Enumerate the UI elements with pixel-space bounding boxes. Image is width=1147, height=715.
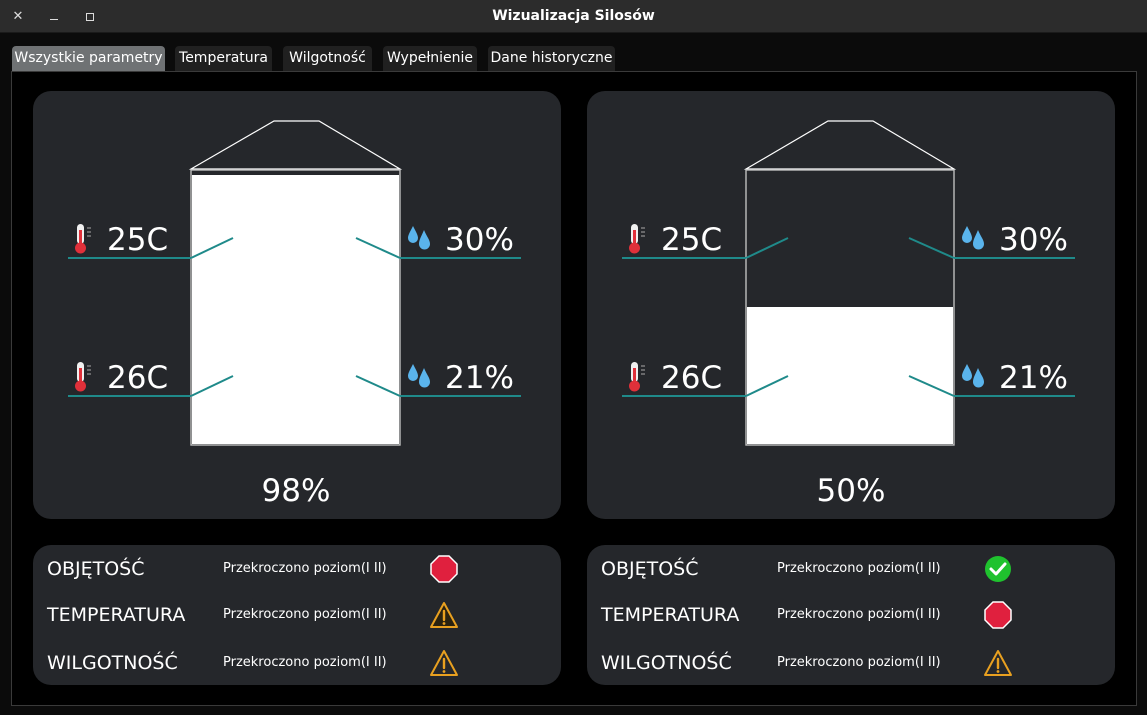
status-name: TEMPERATURA [47, 604, 186, 626]
stop-icon [430, 555, 458, 583]
tab-fill[interactable]: Wypełnienie [383, 46, 477, 71]
status-name: WILGOTNOŚĆ [601, 652, 732, 674]
status-panel-1: OBJĘTOŚĆ Przekroczono poziom(I II) TEMPE… [33, 545, 561, 685]
status-name: OBJĘTOŚĆ [601, 558, 699, 580]
water-drops-icon [408, 364, 430, 388]
tab-history[interactable]: Dane historyczne [488, 46, 615, 71]
status-name: TEMPERATURA [601, 604, 740, 626]
thermometer-icon [629, 224, 645, 254]
tab-all-parameters[interactable]: Wszystkie parametry [12, 46, 165, 71]
humidity-top-value: 30% [445, 222, 514, 258]
water-drops-icon [962, 226, 984, 250]
check-icon [985, 556, 1011, 582]
status-text: Przekroczono poziom(I II) [777, 561, 941, 576]
thermometer-icon [75, 224, 91, 254]
silo-fill [747, 307, 953, 444]
status-row-volume: OBJĘTOŚĆ Przekroczono poziom(I II) [33, 554, 561, 584]
status-name: WILGOTNOŚĆ [47, 652, 178, 674]
silo-drawing-2 [622, 120, 1075, 446]
tab-humidity[interactable]: Wilgotność [283, 46, 372, 71]
temperature-top-value: 25C [661, 222, 723, 258]
status-row-temperature: TEMPERATURA Przekroczono poziom(I II) [33, 600, 561, 630]
humidity-top-value: 30% [999, 222, 1068, 258]
silo-fill [192, 175, 399, 444]
stop-icon [984, 601, 1012, 629]
silo-drawing-1 [68, 120, 521, 446]
status-row-humidity: WILGOTNOŚĆ Przekroczono poziom(I II) [33, 648, 561, 678]
silo-panel-1: 25C 26C 30% 21% 98% [33, 91, 561, 519]
fill-percentage: 50% [816, 473, 886, 509]
status-text: Przekroczono poziom(I II) [223, 561, 387, 576]
temperature-top-value: 25C [107, 222, 169, 258]
water-drops-icon [962, 364, 984, 388]
silo-panel-2: 25C 26C 30% 21% 50% [587, 91, 1115, 519]
status-name: OBJĘTOŚĆ [47, 558, 145, 580]
status-text: Przekroczono poziom(I II) [777, 607, 941, 622]
status-row-humidity: WILGOTNOŚĆ Przekroczono poziom(I II) [587, 648, 1115, 678]
thermometer-icon [629, 362, 645, 392]
water-drops-icon [408, 226, 430, 250]
warning-icon [430, 602, 458, 628]
status-row-volume: OBJĘTOŚĆ Przekroczono poziom(I II) [587, 554, 1115, 584]
silo-roof [188, 120, 403, 170]
status-panel-2: OBJĘTOŚĆ Przekroczono poziom(I II) TEMPE… [587, 545, 1115, 685]
thermometer-icon [75, 362, 91, 392]
warning-icon [430, 650, 458, 676]
warning-icon [984, 650, 1012, 676]
humidity-bottom-value: 21% [999, 360, 1068, 396]
window-title: Wizualizacja Silosów [492, 8, 655, 24]
status-text: Przekroczono poziom(I II) [223, 655, 387, 670]
temperature-bottom-value: 26C [107, 360, 169, 396]
silo-roof [743, 120, 957, 170]
humidity-bottom-value: 21% [445, 360, 514, 396]
status-text: Przekroczono poziom(I II) [223, 607, 387, 622]
title-bar: ✕ Wizualizacja Silosów [0, 0, 1147, 33]
tab-temperature[interactable]: Temperatura [175, 46, 272, 71]
fill-percentage: 98% [261, 473, 331, 509]
temperature-bottom-value: 26C [661, 360, 723, 396]
status-text: Przekroczono poziom(I II) [777, 655, 941, 670]
status-row-temperature: TEMPERATURA Przekroczono poziom(I II) [587, 600, 1115, 630]
